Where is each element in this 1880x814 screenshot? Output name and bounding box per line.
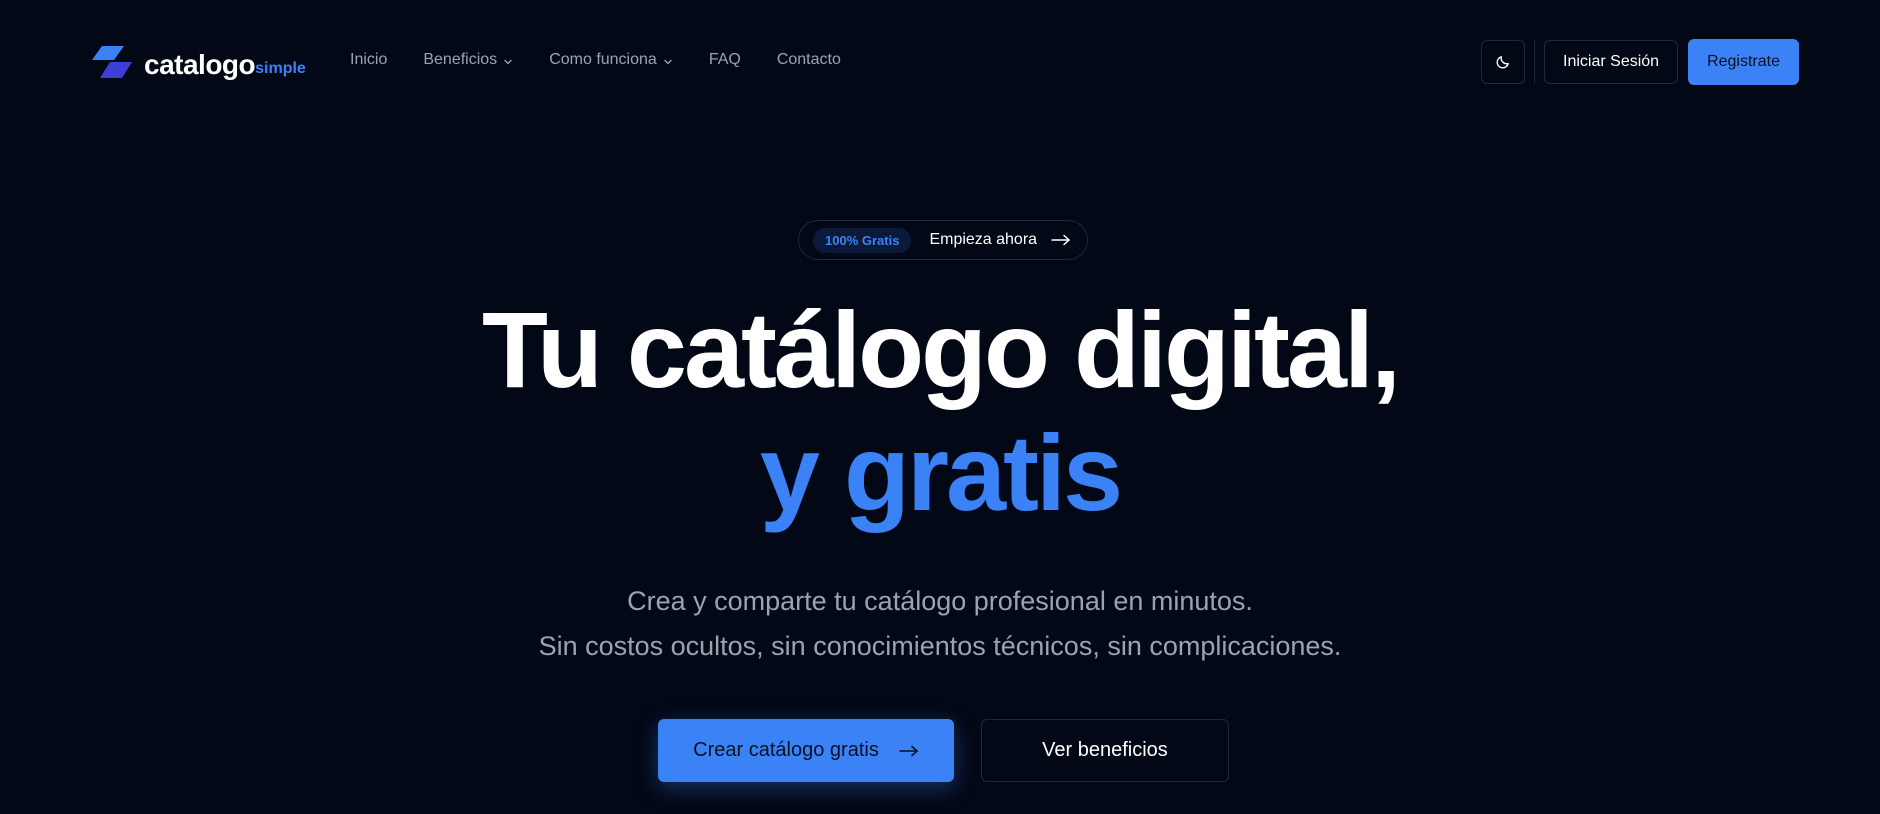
logo-mark-icon — [92, 46, 132, 78]
nav-link-label: Contacto — [776, 51, 841, 68]
brand-suffix: simple — [255, 60, 306, 77]
view-benefits-label: Ver beneficios — [1042, 739, 1168, 761]
nav-link-label: Como funciona — [549, 51, 657, 68]
nav-link-label: Inicio — [350, 51, 388, 68]
announcement-pill[interactable]: 100% Gratis Empieza ahora — [798, 220, 1088, 260]
nav-link-inicio[interactable]: Inicio — [350, 51, 387, 69]
nav-link-label: Beneficios — [423, 51, 498, 68]
nav-link-como-funciona[interactable]: Como funciona — [549, 51, 673, 69]
nav-link-beneficios[interactable]: Beneficios — [423, 51, 513, 69]
login-button[interactable]: Iniciar Sesión — [1544, 40, 1679, 84]
arrow-right-icon — [1051, 234, 1070, 246]
hero-headline-line2: y gratis — [759, 412, 1123, 533]
hero-subtitle-line2: Sin costos ocultos, sin conocimientos té… — [538, 631, 1342, 661]
arrow-right-icon — [899, 745, 918, 756]
nav-actions: Iniciar Sesión Registrate — [1481, 39, 1799, 85]
theme-toggle-button[interactable] — [1481, 40, 1526, 84]
register-button[interactable]: Registrate — [1688, 39, 1799, 85]
moon-icon — [1496, 56, 1509, 69]
view-benefits-button[interactable]: Ver beneficios — [981, 719, 1229, 782]
nav-link-faq[interactable]: FAQ — [709, 51, 741, 69]
nav-link-contacto[interactable]: Contacto — [777, 51, 841, 69]
create-catalog-label: Crear catálogo gratis — [693, 739, 879, 761]
nav-links: Inicio Beneficios Como funciona FAQ Cont… — [350, 48, 841, 72]
hero-headline-line1: Tu catálogo digital, — [481, 289, 1401, 410]
create-catalog-button[interactable]: Crear catálogo gratis — [658, 719, 954, 782]
brand-logo[interactable]: catalogo simple — [90, 44, 306, 80]
free-badge: 100% Gratis — [813, 227, 912, 253]
top-navigation: catalogo simple Inicio Beneficios Como f… — [0, 0, 1880, 120]
landing-page: catalogo simple Inicio Beneficios Como f… — [0, 0, 1880, 814]
pill-cta-text: Empieza ahora — [929, 231, 1038, 248]
nav-link-label: FAQ — [708, 51, 741, 68]
chevron-down-icon — [504, 59, 512, 64]
brand-name: catalogo — [144, 49, 256, 80]
nav-divider — [1534, 40, 1536, 84]
chevron-down-icon — [664, 59, 672, 64]
hero-subtitle-line1: Crea y comparte tu catálogo profesional … — [627, 586, 1253, 616]
